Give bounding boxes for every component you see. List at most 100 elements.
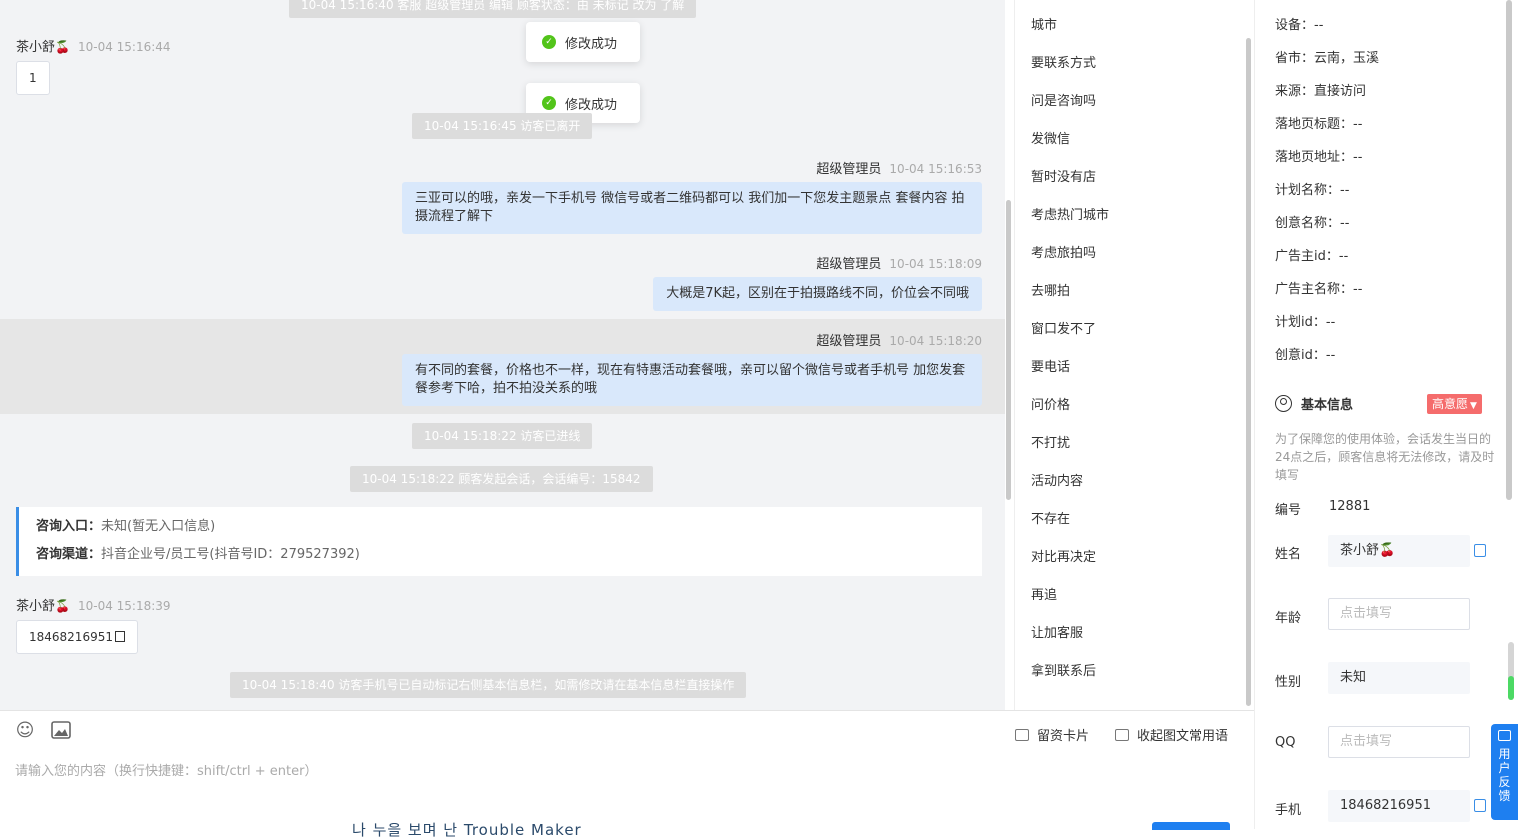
agent-header: 超级管理员 10-04 15:18:20 xyxy=(816,330,982,349)
scroll-indicator xyxy=(1508,676,1514,700)
message-icon xyxy=(1498,730,1511,741)
smile-icon[interactable]: ☺ xyxy=(15,721,35,741)
agent-name: 超级管理员 xyxy=(816,257,882,272)
quick-reply-item[interactable]: 不存在 xyxy=(1031,508,1070,527)
meta-value: -- xyxy=(1340,183,1350,198)
quick-reply-item[interactable]: 拿到联系后 xyxy=(1031,660,1096,679)
feedback-button[interactable]: 用户反馈 xyxy=(1491,724,1518,820)
collapse-phrases-label: 收起图文常用语 xyxy=(1137,729,1229,744)
meta-value: -- xyxy=(1325,348,1336,363)
meta-source: 来源：直接访问 xyxy=(1275,80,1366,99)
quick-reply-item[interactable]: 发微信 xyxy=(1031,128,1070,147)
chat-panel: 10-04 15:16:40 客服 超级管理员 编辑 顾客状态：由 未标记 改为… xyxy=(0,0,1005,710)
meta-label: 计划id： xyxy=(1275,315,1326,330)
agent-message: 大概是7K起，区别在于拍摄路线不同，价位会不同哦 xyxy=(653,277,982,311)
copy-icon[interactable] xyxy=(1474,544,1486,557)
quick-reply-item[interactable]: 去哪拍 xyxy=(1031,280,1070,299)
quick-reply-scrollbar[interactable] xyxy=(1246,38,1251,706)
age-field[interactable]: 点击填写 xyxy=(1328,598,1470,630)
lead-card-button[interactable]: 留资卡片 xyxy=(1015,725,1089,744)
chat-scrollbar[interactable] xyxy=(1006,200,1011,500)
meta-advertiser-id: 广告主id：-- xyxy=(1275,245,1348,264)
quick-reply-item[interactable]: 要联系方式 xyxy=(1031,52,1096,71)
toast-text: 修改成功 xyxy=(565,36,618,52)
meta-label: 省市： xyxy=(1275,51,1315,66)
image-icon[interactable] xyxy=(51,721,71,741)
message-input[interactable]: 请输入您的内容（换行快捷键：shift/ctrl + enter） xyxy=(15,760,318,779)
quick-reply-item[interactable]: 窗口发不了 xyxy=(1031,318,1096,337)
message-time: 10-04 15:16:53 xyxy=(889,162,982,176)
quick-reply-item[interactable]: 对比再决定 xyxy=(1031,546,1096,565)
message-time: 10-04 15:18:39 xyxy=(77,599,171,613)
copy-icon[interactable] xyxy=(1474,799,1486,812)
quick-reply-item[interactable]: 考虑热门城市 xyxy=(1031,204,1109,223)
meta-label: 创意名称： xyxy=(1275,216,1341,231)
meta-value: -- xyxy=(1314,18,1324,33)
caret-down-icon: ▼ xyxy=(1470,401,1477,411)
quick-reply-item[interactable]: 问价格 xyxy=(1031,394,1070,413)
meta-label: 广告主名称： xyxy=(1275,282,1354,297)
copy-icon[interactable] xyxy=(114,631,125,642)
name-label: 姓名 xyxy=(1275,547,1302,562)
phone-label: 手机 xyxy=(1275,803,1302,818)
phone-field[interactable]: 18468216951 xyxy=(1328,790,1470,822)
meta-landing-url: 落地页地址：-- xyxy=(1275,146,1362,165)
meta-value: -- xyxy=(1353,282,1363,297)
system-notice-visitor-left: 10-04 15:16:45 访客已离开 xyxy=(412,113,593,139)
agent-name: 超级管理员 xyxy=(816,334,882,349)
user-circle-icon xyxy=(1275,395,1292,412)
meta-label: 广告主id： xyxy=(1275,249,1339,264)
quick-reply-item[interactable]: 让加客服 xyxy=(1031,622,1083,641)
quick-reply-item[interactable]: 城市 xyxy=(1031,14,1057,33)
gender-select[interactable]: 未知 xyxy=(1328,662,1470,694)
message-time: 10-04 15:18:20 xyxy=(889,334,982,348)
qq-label: QQ xyxy=(1275,735,1296,750)
message-time: 10-04 15:18:09 xyxy=(889,257,982,271)
name-field[interactable]: 茶小舒🍒 xyxy=(1328,535,1470,567)
phone-text: 18468216951 xyxy=(29,630,113,644)
meta-value: -- xyxy=(1353,117,1363,132)
visitor-name: 茶小舒 xyxy=(16,599,56,614)
entry-row: 咨询入口：未知(暂无入口信息) xyxy=(36,516,965,544)
agent-name: 超级管理员 xyxy=(816,162,882,177)
quick-reply-item[interactable]: 问是咨询吗 xyxy=(1031,90,1096,109)
quick-reply-item[interactable]: 活动内容 xyxy=(1031,470,1083,489)
quick-reply-item[interactable]: 不打扰 xyxy=(1031,432,1070,451)
quick-reply-item[interactable]: 再追 xyxy=(1031,584,1057,603)
lead-card-label: 留资卡片 xyxy=(1037,729,1090,744)
info-scrollbar[interactable] xyxy=(1506,0,1512,500)
list-icon xyxy=(1115,729,1129,741)
meta-region: 省市：云南，玉溪 xyxy=(1275,47,1379,66)
quick-reply-item[interactable]: 暂时没有店 xyxy=(1031,166,1096,185)
quick-reply-item[interactable]: 要电话 xyxy=(1031,356,1070,375)
system-notice-phone-marked: 10-04 15:18:40 访客手机号已自动标记右侧基本信息栏，如需修改请在基… xyxy=(230,672,747,698)
id-value: 12881 xyxy=(1329,499,1371,514)
qq-field[interactable]: 点击填写 xyxy=(1328,726,1470,758)
meta-value: 直接访问 xyxy=(1314,84,1367,99)
basic-info-title: 基本信息 xyxy=(1275,394,1353,413)
system-notice-status-change: 10-04 15:16:40 客服 超级管理员 编辑 顾客状态：由 未标记 改为… xyxy=(289,0,697,18)
system-notice-session-start: 10-04 15:18:22 顾客发起会话，会话编号：15842 xyxy=(350,466,653,492)
agent-message: 有不同的套餐，价格也不一样，现在有特惠活动套餐哦，亲可以留个微信号或者手机号 加… xyxy=(402,354,982,406)
entry-value: 未知(暂无入口信息) xyxy=(101,519,216,534)
meta-label: 落地页地址： xyxy=(1275,150,1354,165)
card-icon xyxy=(1015,729,1029,741)
message-input-area: ☺ 请输入您的内容（换行快捷键：shift/ctrl + enter） 留资卡片… xyxy=(0,710,1254,839)
age-label: 年龄 xyxy=(1275,611,1302,626)
system-notice-visitor-entered: 10-04 15:18:22 访客已进线 xyxy=(412,423,593,449)
meta-value: -- xyxy=(1353,150,1363,165)
agent-header: 超级管理员 10-04 15:16:53 xyxy=(816,158,982,177)
check-circle-icon: ✓ xyxy=(542,96,556,110)
meta-value: -- xyxy=(1338,249,1349,264)
success-toast: ✓ 修改成功 xyxy=(526,22,640,62)
message-time: 10-04 15:16:44 xyxy=(77,40,171,54)
quick-reply-item[interactable]: 考虑旅拍吗 xyxy=(1031,242,1096,261)
meta-device: 设备：-- xyxy=(1275,14,1323,33)
visitor-header: 茶小舒🍒 10-04 15:18:39 xyxy=(16,595,171,614)
meta-plan-name: 计划名称：-- xyxy=(1275,179,1349,198)
id-label: 编号 xyxy=(1275,503,1302,518)
agent-header: 超级管理员 10-04 15:18:09 xyxy=(816,253,982,272)
intent-dropdown[interactable]: 高意愿 ▼ xyxy=(1427,394,1482,414)
agent-message: 三亚可以的哦，亲发一下手机号 微信号或者二维码都可以 我们加一下您发主题景点 套… xyxy=(402,182,982,234)
collapse-phrases-button[interactable]: 收起图文常用语 xyxy=(1115,725,1228,744)
